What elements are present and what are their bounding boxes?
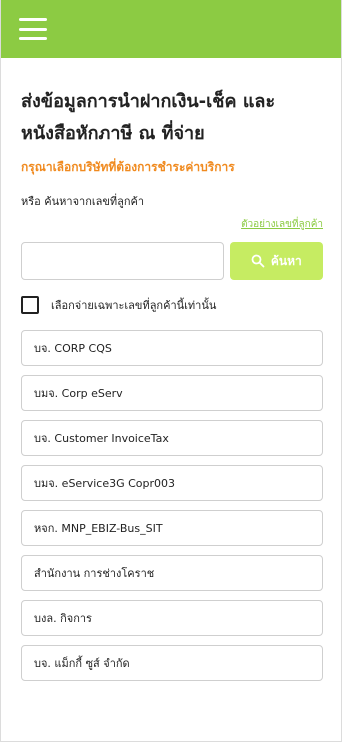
search-label: หรือ ค้นหาจากเลขที่ลูกค้า xyxy=(21,195,145,208)
search-button-label: ค้นหา xyxy=(270,253,302,268)
top-bar xyxy=(1,0,341,58)
company-list-item[interactable]: บจ. CORP CQS xyxy=(21,330,323,366)
hamburger-line xyxy=(19,27,47,31)
app-frame: ส่งข้อมูลการนำฝากเงิน-เช็ค และหนังสือหัก… xyxy=(0,0,342,742)
customer-number-example-link[interactable]: ตัวอย่างเลขที่ลูกค้า xyxy=(21,218,323,232)
hamburger-icon[interactable] xyxy=(19,18,47,40)
company-list-item[interactable]: หจก. MNP_EBIZ-Bus_SIT xyxy=(21,510,323,546)
hamburger-line xyxy=(19,18,47,21)
search-icon xyxy=(251,254,265,268)
only-this-customer-checkbox-row: เลือกจ่ายเฉพาะเลขที่ลูกค้านี้เท่านั้น xyxy=(21,296,323,314)
only-this-customer-label: เลือกจ่ายเฉพาะเลขที่ลูกค้านี้เท่านั้น xyxy=(51,299,217,312)
search-row: ค้นหา xyxy=(21,242,323,280)
company-list-item[interactable]: บมจ. eService3G Copr003 xyxy=(21,465,323,501)
search-button[interactable]: ค้นหา xyxy=(229,242,323,280)
only-this-customer-checkbox[interactable] xyxy=(21,296,39,314)
hamburger-line xyxy=(19,37,47,40)
company-select-instruction: กรุณาเลือกบริษัทที่ต้องการชำระค่าบริการ xyxy=(21,160,235,174)
page-title: ส่งข้อมูลการนำฝากเงิน-เช็ค และหนังสือหัก… xyxy=(21,91,276,144)
company-list: บจ. CORP CQS บมจ. Corp eServ บจ. Custome… xyxy=(21,330,323,681)
customer-number-input[interactable] xyxy=(21,242,224,280)
company-list-item[interactable]: บจ. แม็กกี้ ซูส์ จำกัด xyxy=(21,645,323,681)
company-list-item[interactable]: บจ. Customer InvoiceTax xyxy=(21,420,323,456)
company-list-item[interactable]: สำนักงาน การช่างโคราช xyxy=(21,555,323,591)
company-list-item[interactable]: บงล. กิจการ xyxy=(21,600,323,636)
company-list-item[interactable]: บมจ. Corp eServ xyxy=(21,375,323,411)
main-content: ส่งข้อมูลการนำฝากเงิน-เช็ค และหนังสือหัก… xyxy=(1,58,341,681)
